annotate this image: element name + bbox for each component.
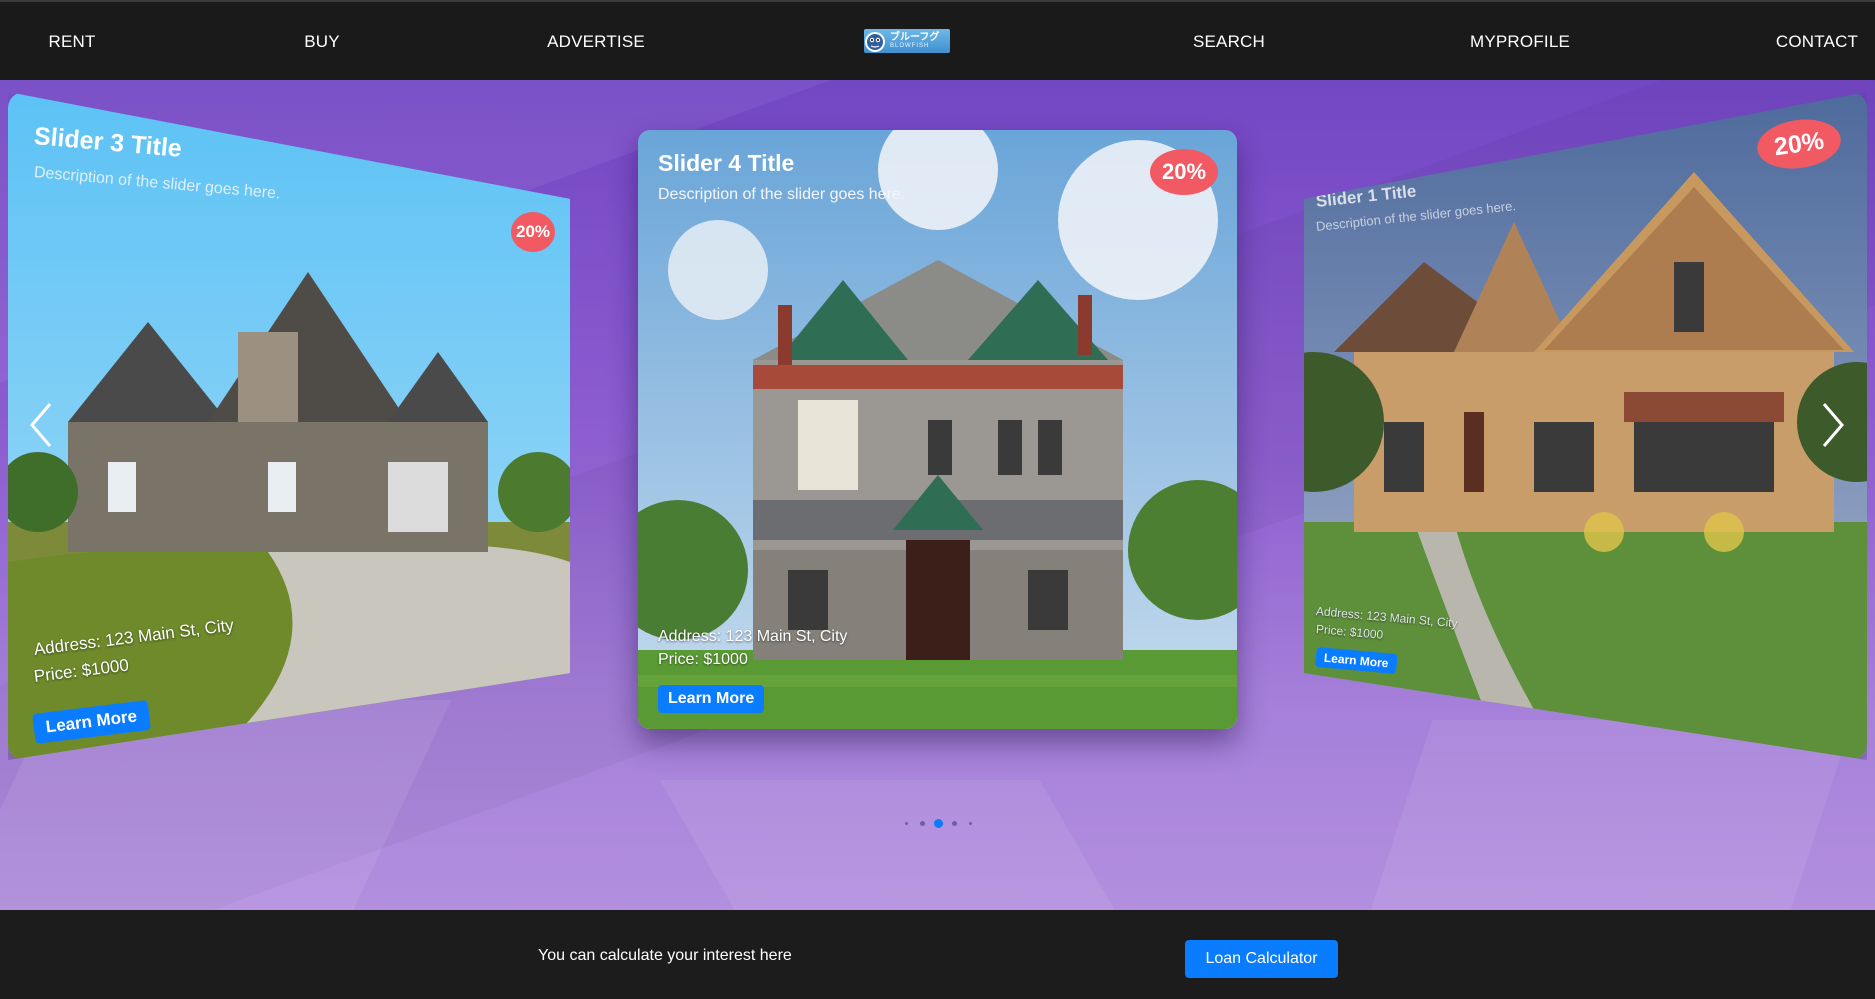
- discount-badge: 20%: [511, 212, 555, 252]
- pagination-dot[interactable]: [904, 821, 908, 825]
- slide-address: Address: 123 Main St, City: [658, 628, 848, 645]
- pagination-dot[interactable]: [951, 820, 957, 826]
- nav-rent[interactable]: RENT: [48, 32, 95, 52]
- blowfish-logo[interactable]: ブルーフグ BLOWFISH: [864, 29, 950, 53]
- background-polygon: [659, 780, 1121, 910]
- background-polygon: [1367, 720, 1853, 910]
- nav-myprofile[interactable]: MYPROFILE: [1470, 32, 1570, 52]
- carousel-stage: Slider 3 Title Description of the slider…: [0, 80, 1875, 910]
- loan-calculator-button[interactable]: Loan Calculator: [1185, 940, 1338, 978]
- nav-buy[interactable]: BUY: [304, 32, 340, 52]
- footer-text: You can calculate your interest here: [538, 947, 792, 964]
- nav-contact[interactable]: CONTACT: [1776, 32, 1858, 52]
- slide-card-4[interactable]: Slider 4 Title Description of the slider…: [638, 130, 1237, 729]
- footer-bar: You can calculate your interest here Loa…: [0, 910, 1875, 999]
- nav-advertise[interactable]: ADVERTISE: [547, 32, 645, 52]
- logo-text-jp: ブルーフグ: [890, 32, 940, 43]
- slide-price: Price: $1000: [658, 651, 748, 668]
- nav-search[interactable]: SEARCH: [1193, 32, 1265, 52]
- slide-card-3[interactable]: Slider 3 Title Description of the slider…: [8, 92, 570, 760]
- pagination-dot[interactable]: [968, 821, 972, 825]
- slide-title: Slider 4 Title: [658, 150, 795, 176]
- slide-card-1[interactable]: Slider 1 Title Description of the slider…: [1304, 92, 1867, 760]
- pagination-dot[interactable]: [919, 820, 925, 826]
- pagination-dot[interactable]: [933, 818, 943, 828]
- discount-badge: 20%: [1150, 149, 1218, 195]
- pagination-dots: [0, 817, 1875, 829]
- chevron-right-icon[interactable]: [1812, 400, 1852, 450]
- logo-text-en: BLOWFISH: [890, 43, 930, 49]
- slide-description: Description of the slider goes here.: [658, 186, 906, 203]
- chevron-left-icon[interactable]: [22, 400, 62, 450]
- learn-more-button[interactable]: Learn More: [658, 685, 765, 713]
- top-navigation-bar: RENT BUY ADVERTISE ブルーフグ BLOWFISH SEARCH…: [0, 0, 1875, 80]
- blowfish-logo-icon: [865, 31, 885, 52]
